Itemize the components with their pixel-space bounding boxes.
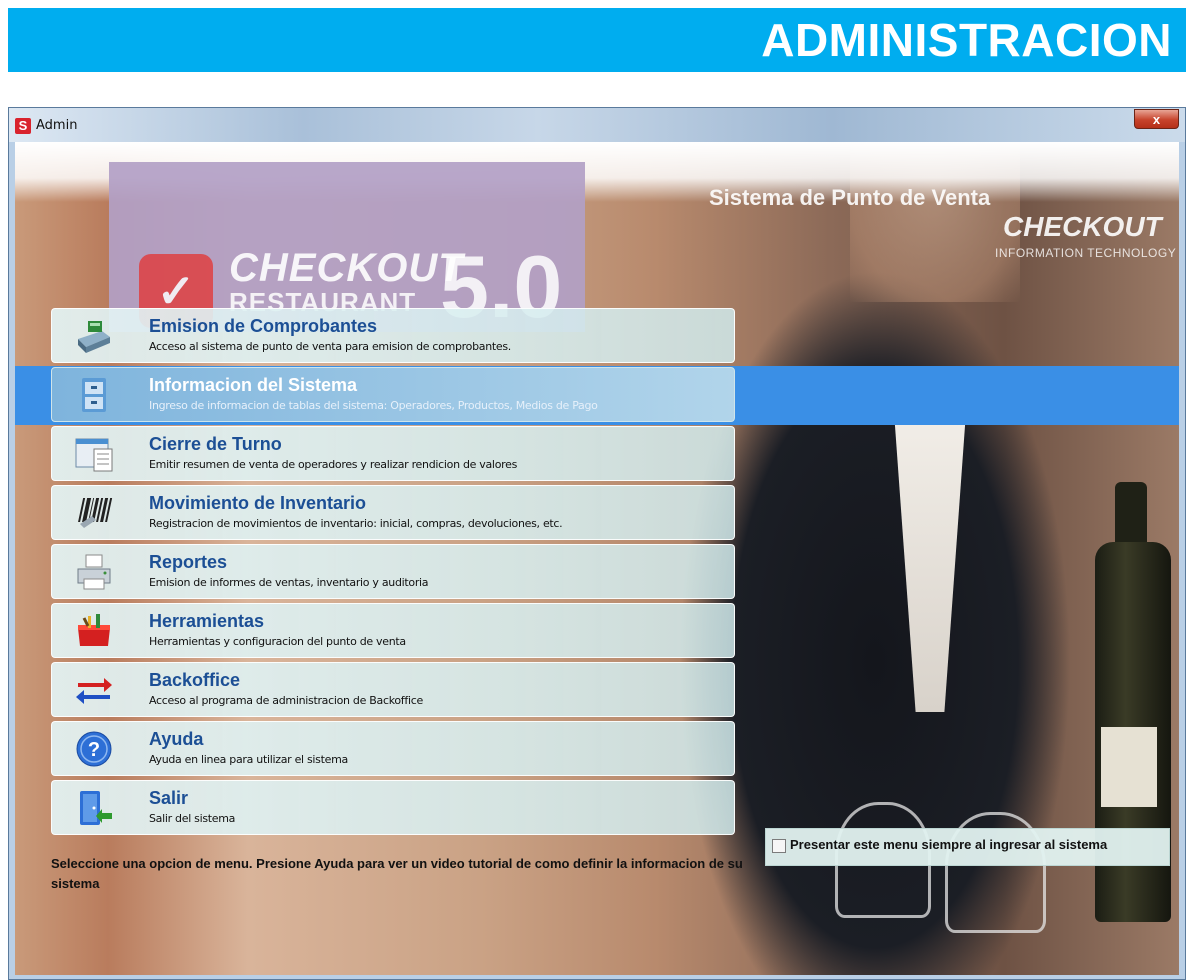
menu-item-description: Ingreso de informacion de tablas del sis… — [149, 399, 598, 412]
window-titlebar[interactable]: S Admin x — [9, 108, 1185, 142]
menu-item-reportes[interactable]: Reportes Emision de informes de ventas, … — [51, 544, 735, 599]
menu-item-description: Acceso al programa de administracion de … — [149, 694, 423, 707]
menu-item-title: Informacion del Sistema — [149, 375, 358, 395]
menu-item-description: Herramientas y configuracion del punto d… — [149, 635, 406, 648]
menu-item-title: Movimiento de Inventario — [149, 493, 367, 513]
menu-item-herramientas[interactable]: Herramientas Herramientas y configuracio… — [51, 603, 735, 658]
show-menu-option[interactable]: Presentar este menu siempre al ingresar … — [765, 828, 1170, 866]
menu-item-title: Ayuda — [149, 729, 204, 749]
show-menu-label[interactable]: Presentar este menu siempre al ingresar … — [790, 837, 1107, 852]
menu-item-movimiento-inventario[interactable]: Movimiento de Inventario Registracion de… — [51, 485, 735, 540]
corner-brand-subtitle: INFORMATION TECHNOLOGY — [995, 246, 1177, 260]
file-cabinet-icon — [82, 378, 106, 412]
transfer-arrows-icon — [76, 678, 112, 704]
menu-item-title: Herramientas — [149, 611, 265, 631]
exit-door-icon — [80, 791, 112, 825]
menu-item-description: Salir del sistema — [149, 812, 236, 825]
help-icon: ? — [76, 731, 112, 767]
banner-title: ADMINISTRACION — [761, 14, 1172, 66]
menu-item-cierre-turno[interactable]: Cierre de Turno Emitir resumen de venta … — [51, 426, 735, 481]
report-window-icon — [75, 438, 113, 472]
menu-item-title: Emision de Comprobantes — [149, 316, 378, 336]
show-menu-checkbox[interactable] — [772, 839, 786, 853]
background-photo-shirt — [894, 412, 966, 712]
instruction-text: Seleccione una opcion de menu. Presione … — [51, 856, 743, 891]
toolbox-icon — [78, 614, 110, 646]
menu-item-title: Cierre de Turno — [149, 434, 282, 454]
menu-item-description: Emitir resumen de venta de operadores y … — [149, 458, 518, 471]
menu-item-backoffice[interactable]: Backoffice Acceso al programa de adminis… — [51, 662, 735, 717]
app-logo-icon: S — [15, 118, 31, 134]
background-photo-bottle-label — [1101, 727, 1157, 807]
menu-item-emision-comprobantes[interactable]: Emision de Comprobantes Acceso al sistem… — [51, 308, 735, 363]
menu-item-title: Reportes — [149, 552, 228, 572]
printer-icon — [77, 554, 111, 590]
admin-window: S Admin x ✓ CHECKOUT RESTAURANT 5.0 Sist… — [8, 107, 1186, 980]
cash-register-icon — [78, 321, 110, 353]
menu-item-informacion-sistema[interactable]: Informacion del Sistema Ingreso de infor… — [51, 367, 735, 422]
close-button[interactable]: x — [1134, 109, 1179, 129]
menu-item-ayuda[interactable]: ? Ayuda Ayuda en linea para utilizar el … — [51, 721, 735, 776]
logo-main-text: CHECKOUT — [229, 246, 464, 290]
top-banner: ADMINISTRACION — [8, 8, 1186, 72]
barcode-icon — [78, 498, 113, 528]
menu-item-title: Backoffice — [149, 670, 241, 690]
menu-item-description: Ayuda en linea para utilizar el sistema — [149, 753, 348, 766]
menu-item-description: Registracion de movimientos de inventari… — [149, 517, 563, 530]
menu-item-salir[interactable]: Salir Salir del sistema — [51, 780, 735, 835]
svg-text:?: ? — [88, 739, 100, 761]
menu-item-description: Acceso al sistema de punto de venta para… — [149, 340, 511, 353]
client-area: ✓ CHECKOUT RESTAURANT 5.0 Sistema de Pun… — [15, 142, 1179, 975]
corner-brand-logo: CHECKOUT — [1003, 211, 1162, 242]
menu-item-title: Salir — [149, 788, 189, 808]
window-title: Admin — [36, 118, 78, 133]
menu-item-description: Emision de informes de ventas, inventari… — [149, 576, 429, 589]
brand-tagline: Sistema de Punto de Venta — [709, 185, 991, 210]
